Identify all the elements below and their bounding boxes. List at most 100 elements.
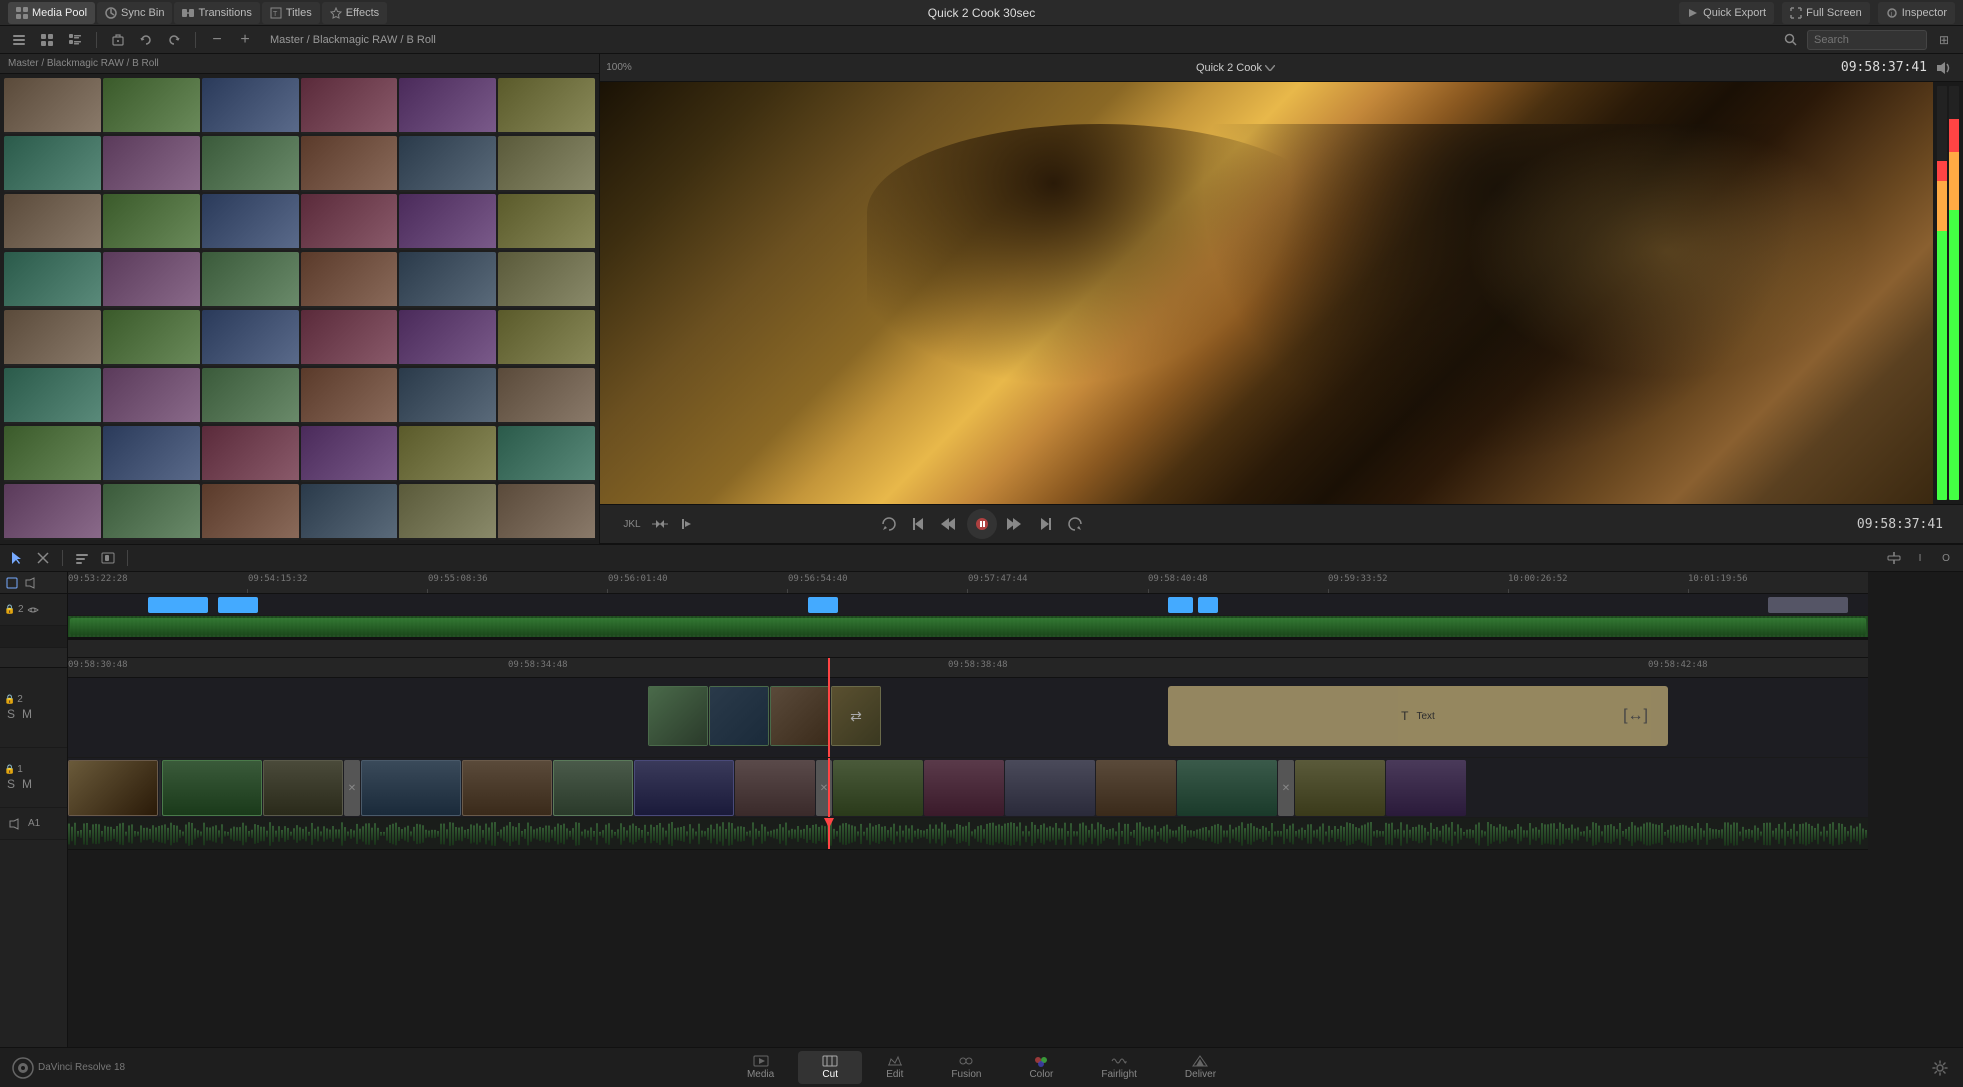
preview-title-dropdown[interactable]: Quick 2 Cook — [1196, 62, 1275, 74]
media-thumb-44[interactable]: Millie's Moments ... — [202, 484, 299, 540]
mark-out-btn[interactable]: O — [1935, 547, 1957, 569]
track-audio-solo[interactable]: M — [20, 707, 34, 721]
v1-transition-cross-2[interactable]: ✕ — [816, 760, 832, 816]
v1-clip-7[interactable] — [634, 760, 734, 816]
media-thumb-2[interactable]: grapes_cluster_on... — [202, 78, 299, 134]
media-thumb-36[interactable]: Cooking Intro Log... — [4, 426, 101, 482]
media-thumb-22[interactable]: Rows_of_grape_tr... — [399, 252, 496, 308]
v1-clip-4[interactable] — [361, 760, 461, 816]
jkl-controls[interactable]: JKL — [620, 512, 644, 536]
track-v1-mute[interactable]: S — [4, 777, 18, 791]
v1-clip-9[interactable] — [833, 760, 923, 816]
clip-overview-1[interactable] — [148, 597, 208, 613]
tab-cut[interactable]: Cut — [798, 1051, 862, 1084]
timeline-tracks-scroll[interactable]: 09:53:22:28 09:54:15:32 09:55:08:36 09:5… — [68, 572, 1963, 1047]
track-audio-mute[interactable]: S — [4, 707, 18, 721]
settings-btn[interactable] — [1929, 1057, 1951, 1079]
redo-btn[interactable] — [163, 29, 185, 51]
loop-btn[interactable] — [877, 512, 901, 536]
quick-export-btn[interactable]: Quick Export — [1679, 2, 1774, 24]
audio-viewer-btn[interactable] — [22, 575, 38, 591]
tab-media-pool[interactable]: Media Pool — [8, 2, 95, 24]
media-thumb-3[interactable]: small_red_grape_c... — [301, 78, 398, 134]
tab-edit[interactable]: Edit — [862, 1051, 927, 1084]
media-thumb-28[interactable]: egg_being_placed... — [399, 310, 496, 366]
new-bin-btn[interactable] — [107, 29, 129, 51]
media-thumb-1[interactable]: tractor_riding_ove... — [103, 78, 200, 134]
media-thumb-11[interactable]: river_flowing_in_t... — [498, 136, 595, 192]
media-thumb-42[interactable]: Cooking_Show_bvc — [4, 484, 101, 540]
media-thumb-24[interactable]: cherry_tomatoes_... — [4, 310, 101, 366]
viewer-btn[interactable] — [4, 575, 20, 591]
tab-fusion[interactable]: Fusion — [927, 1051, 1005, 1084]
media-thumb-13[interactable]: red_wine_being_p... — [103, 194, 200, 250]
media-thumb-21[interactable]: vineyard_on_a_far... — [301, 252, 398, 308]
v1-clip-15[interactable] — [1386, 760, 1466, 816]
preview-zoom-btn[interactable]: 100% — [608, 57, 630, 79]
media-thumb-0[interactable]: man_pouring_liqu... — [4, 78, 101, 134]
tab-titles[interactable]: T Titles — [262, 2, 320, 24]
v1-clip-1[interactable] — [68, 760, 158, 816]
media-thumb-33[interactable]: Slicing_tomatoes_... — [301, 368, 398, 424]
media-thumb-23[interactable]: Red_wine_being_p... — [498, 252, 595, 308]
media-thumb-32[interactable]: coffee_and_milk_b... — [202, 368, 299, 424]
v1-clip-2[interactable] — [162, 760, 262, 816]
media-thumb-5[interactable]: Red_wine_droppin... — [498, 78, 595, 134]
v1-clip-5[interactable] — [462, 760, 552, 816]
filter-btn[interactable]: ⊞ — [1933, 29, 1955, 51]
v1-clip-8[interactable] — [735, 760, 815, 816]
track-v2-eye-btn[interactable] — [26, 603, 40, 617]
add-track-btn[interactable] — [1883, 547, 1905, 569]
clip-overview-2[interactable] — [218, 597, 258, 613]
v1-clip-12[interactable] — [1096, 760, 1176, 816]
clip-overview-end[interactable] — [1768, 597, 1848, 613]
v1-clip-11[interactable] — [1005, 760, 1095, 816]
mark-in-btn[interactable]: I — [1909, 547, 1931, 569]
timeline-tool-1[interactable] — [6, 547, 28, 569]
media-thumb-17[interactable]: sun_shining_over_... — [498, 194, 595, 250]
connected-clip-4[interactable]: ⇄ — [831, 686, 881, 746]
connected-clip-3[interactable] — [770, 686, 830, 746]
v1-clip-14[interactable] — [1295, 760, 1385, 816]
clip-overview-4[interactable] — [1168, 597, 1193, 613]
connected-clip-1[interactable] — [648, 686, 708, 746]
v1-clip-13[interactable] — [1177, 760, 1277, 816]
media-thumb-26[interactable]: fried_cherry_toma... — [202, 310, 299, 366]
media-thumb-29[interactable]: man_wearing_an_... — [498, 310, 595, 366]
clip-overview-3[interactable] — [808, 597, 838, 613]
media-thumb-38[interactable]: Cooking Lower Thi... — [202, 426, 299, 482]
media-thumb-9[interactable]: Wine_trickling_fro... — [301, 136, 398, 192]
timeline-tool-2[interactable] — [32, 547, 54, 569]
clip-overview-5[interactable] — [1198, 597, 1218, 613]
media-thumb-10[interactable]: crops_in_field_at_... — [399, 136, 496, 192]
trim-btn[interactable] — [648, 512, 672, 536]
v1-transition-cross-1[interactable]: ✕ — [344, 760, 360, 816]
tab-fairlight[interactable]: Fairlight — [1077, 1051, 1161, 1084]
media-thumb-19[interactable]: sun_shining_over_... — [103, 252, 200, 308]
media-thumb-8[interactable]: people_harvesting... — [202, 136, 299, 192]
media-thumb-18[interactable]: yellow_fields_in_bl... — [4, 252, 101, 308]
media-thumb-7[interactable]: Drops_of_wine_sp... — [103, 136, 200, 192]
skip-start-btn[interactable] — [907, 512, 931, 536]
media-thumb-25[interactable]: Chef_picks_tomat... — [103, 310, 200, 366]
tab-color[interactable]: Color — [1005, 1051, 1077, 1084]
list-view-btn[interactable] — [8, 29, 30, 51]
media-thumb-47[interactable]: Quick to Cook_... — [498, 484, 595, 540]
media-thumb-46[interactable]: Millie's Moments ... — [399, 484, 496, 540]
media-thumb-20[interactable]: wine_pouring_into... — [202, 252, 299, 308]
media-thumb-27[interactable]: fire_and_smoke_c... — [301, 310, 398, 366]
timeline-view-btn[interactable] — [71, 547, 93, 569]
media-thumb-39[interactable]: Quick 2 Cook — [301, 426, 398, 482]
v1-clip-10[interactable] — [924, 760, 1004, 816]
tab-deliver[interactable]: Deliver — [1161, 1051, 1240, 1084]
tab-transitions[interactable]: Transitions — [174, 2, 259, 24]
media-thumb-35[interactable]: Slicing_a_tomato_... — [498, 368, 595, 424]
title-clip[interactable]: T Text [↔] — [1168, 686, 1668, 746]
media-thumb-30[interactable]: skewers_cooking... — [4, 368, 101, 424]
inspector-btn[interactable]: i Inspector — [1878, 2, 1955, 24]
in-point-btn[interactable] — [676, 512, 700, 536]
search-input[interactable] — [1807, 30, 1927, 50]
undo-btn[interactable] — [135, 29, 157, 51]
metadata-view-btn[interactable] — [64, 29, 86, 51]
track-v1-solo[interactable]: M — [20, 777, 34, 791]
